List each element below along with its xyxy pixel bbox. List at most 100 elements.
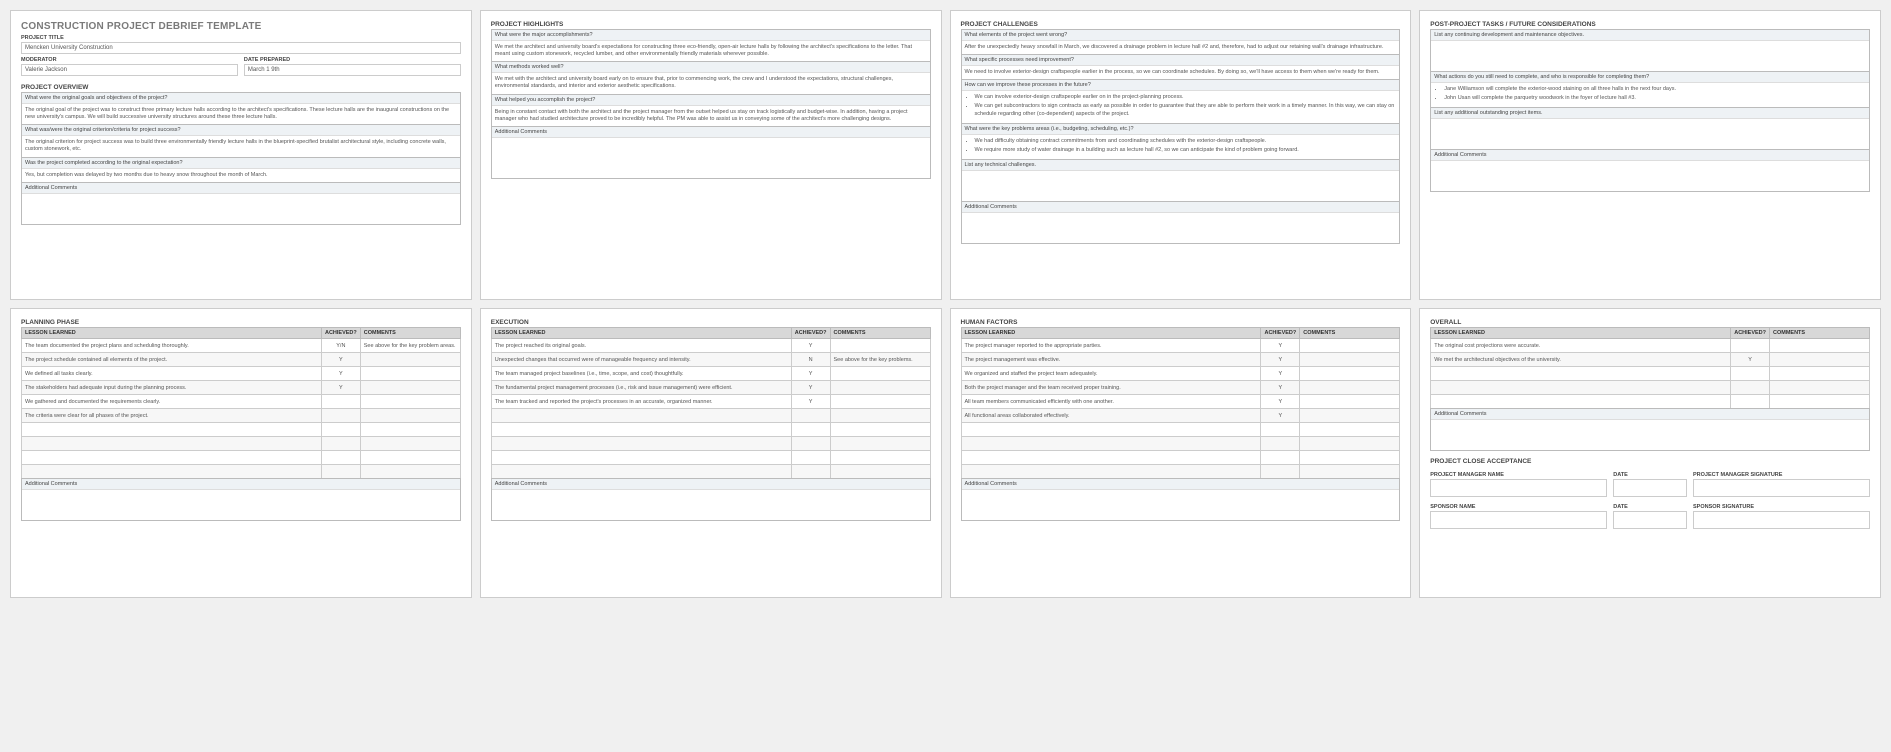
achieved-cell[interactable] xyxy=(1731,339,1770,353)
lesson-cell[interactable] xyxy=(491,451,791,465)
lesson-cell[interactable] xyxy=(961,451,1261,465)
achieved-cell[interactable]: Y xyxy=(1261,367,1300,381)
comments-cell[interactable] xyxy=(830,423,930,437)
pm-name-field[interactable] xyxy=(1430,479,1607,497)
lesson-cell[interactable] xyxy=(961,465,1261,479)
lesson-cell[interactable]: The team documented the project plans an… xyxy=(22,339,322,353)
lesson-cell[interactable]: All functional areas collaborated effect… xyxy=(961,409,1261,423)
achieved-cell[interactable] xyxy=(321,409,360,423)
comments-cell[interactable] xyxy=(360,423,460,437)
lesson-cell[interactable]: We organized and staffed the project tea… xyxy=(961,367,1261,381)
lesson-cell[interactable]: The project manager reported to the appr… xyxy=(961,339,1261,353)
sponsor-name-field[interactable] xyxy=(1430,511,1607,529)
comments-cell[interactable] xyxy=(1300,353,1400,367)
lesson-cell[interactable]: The team tracked and reported the projec… xyxy=(491,395,791,409)
achieved-cell[interactable] xyxy=(1261,451,1300,465)
achieved-cell[interactable] xyxy=(321,395,360,409)
lesson-cell[interactable]: Unexpected changes that occurred were of… xyxy=(491,353,791,367)
lesson-cell[interactable] xyxy=(491,437,791,451)
lesson-cell[interactable] xyxy=(1431,395,1731,409)
comments-cell[interactable] xyxy=(360,353,460,367)
achieved-cell[interactable]: Y/N xyxy=(321,339,360,353)
comments-cell[interactable]: See above for the key problem areas. xyxy=(360,339,460,353)
achieved-cell[interactable] xyxy=(1261,437,1300,451)
page-3[interactable]: PROJECT CHALLENGES What elements of the … xyxy=(950,10,1412,300)
comments-cell[interactable] xyxy=(1300,395,1400,409)
comments-cell[interactable] xyxy=(1300,381,1400,395)
lesson-cell[interactable]: We met the architectural objectives of t… xyxy=(1431,353,1731,367)
lesson-cell[interactable] xyxy=(491,409,791,423)
achieved-cell[interactable] xyxy=(1731,381,1770,395)
lesson-cell[interactable]: The team managed project baselines (i.e.… xyxy=(491,367,791,381)
achieved-cell[interactable]: Y xyxy=(791,339,830,353)
achieved-cell[interactable] xyxy=(791,451,830,465)
comments-cell[interactable] xyxy=(1300,423,1400,437)
lesson-cell[interactable]: The criteria were clear for all phases o… xyxy=(22,409,322,423)
comments-cell[interactable] xyxy=(830,451,930,465)
comments-cell[interactable] xyxy=(1770,381,1870,395)
lesson-cell[interactable]: We gathered and documented the requireme… xyxy=(22,395,322,409)
page-4[interactable]: POST-PROJECT TASKS / FUTURE CONSIDERATIO… xyxy=(1419,10,1881,300)
achieved-cell[interactable]: Y xyxy=(1261,339,1300,353)
achieved-cell[interactable] xyxy=(791,465,830,479)
lesson-cell[interactable] xyxy=(491,423,791,437)
comments-cell[interactable] xyxy=(360,367,460,381)
comments-cell[interactable] xyxy=(830,339,930,353)
achieved-cell[interactable] xyxy=(1261,465,1300,479)
comments-cell[interactable]: See above for the key problems. xyxy=(830,353,930,367)
date-prepared-field[interactable]: March 1 9th xyxy=(244,64,461,76)
achieved-cell[interactable] xyxy=(791,437,830,451)
lesson-cell[interactable] xyxy=(961,423,1261,437)
pm-signature-field[interactable] xyxy=(1693,479,1870,497)
achieved-cell[interactable] xyxy=(791,423,830,437)
lesson-cell[interactable] xyxy=(491,465,791,479)
comments-cell[interactable] xyxy=(1770,339,1870,353)
lesson-cell[interactable]: We defined all tasks clearly. xyxy=(22,367,322,381)
sponsor-date-field[interactable] xyxy=(1613,511,1687,529)
comments-cell[interactable] xyxy=(830,381,930,395)
achieved-cell[interactable]: Y xyxy=(791,381,830,395)
achieved-cell[interactable]: Y xyxy=(1261,395,1300,409)
comments-cell[interactable] xyxy=(1300,451,1400,465)
achieved-cell[interactable] xyxy=(1261,423,1300,437)
comments-cell[interactable] xyxy=(360,465,460,479)
sponsor-signature-field[interactable] xyxy=(1693,511,1870,529)
lesson-cell[interactable] xyxy=(22,451,322,465)
comments-cell[interactable] xyxy=(1300,409,1400,423)
lesson-cell[interactable]: The project reached its original goals. xyxy=(491,339,791,353)
comments-cell[interactable] xyxy=(1770,367,1870,381)
achieved-cell[interactable] xyxy=(321,465,360,479)
achieved-cell[interactable]: Y xyxy=(791,367,830,381)
comments-cell[interactable] xyxy=(360,395,460,409)
achieved-cell[interactable] xyxy=(321,451,360,465)
lesson-cell[interactable]: The project schedule contained all eleme… xyxy=(22,353,322,367)
achieved-cell[interactable]: Y xyxy=(321,367,360,381)
comments-cell[interactable] xyxy=(830,367,930,381)
lesson-cell[interactable]: The fundamental project management proce… xyxy=(491,381,791,395)
lesson-cell[interactable] xyxy=(22,437,322,451)
comments-cell[interactable] xyxy=(1770,353,1870,367)
comments-cell[interactable] xyxy=(830,465,930,479)
lesson-cell[interactable]: The stakeholders had adequate input duri… xyxy=(22,381,322,395)
moderator-field[interactable]: Valerie Jackson xyxy=(21,64,238,76)
comments-cell[interactable] xyxy=(1300,367,1400,381)
page-7[interactable]: HUMAN FACTORS LESSON LEARNED ACHIEVED? C… xyxy=(950,308,1412,598)
achieved-cell[interactable]: Y xyxy=(1731,353,1770,367)
lesson-cell[interactable]: All team members communicated efficientl… xyxy=(961,395,1261,409)
lesson-cell[interactable] xyxy=(1431,367,1731,381)
lesson-cell[interactable]: The original cost projections were accur… xyxy=(1431,339,1731,353)
lesson-cell[interactable] xyxy=(961,437,1261,451)
lesson-cell[interactable] xyxy=(22,423,322,437)
achieved-cell[interactable]: Y xyxy=(1261,409,1300,423)
achieved-cell[interactable]: Y xyxy=(1261,381,1300,395)
comments-cell[interactable] xyxy=(1300,339,1400,353)
pm-date-field[interactable] xyxy=(1613,479,1687,497)
page-2[interactable]: PROJECT HIGHLIGHTS What were the major a… xyxy=(480,10,942,300)
comments-cell[interactable] xyxy=(830,395,930,409)
achieved-cell[interactable]: Y xyxy=(1261,353,1300,367)
page-1[interactable]: CONSTRUCTION PROJECT DEBRIEF TEMPLATE PR… xyxy=(10,10,472,300)
comments-cell[interactable] xyxy=(360,437,460,451)
achieved-cell[interactable] xyxy=(321,437,360,451)
page-5[interactable]: PLANNING PHASE LESSON LEARNED ACHIEVED? … xyxy=(10,308,472,598)
achieved-cell[interactable]: Y xyxy=(321,353,360,367)
